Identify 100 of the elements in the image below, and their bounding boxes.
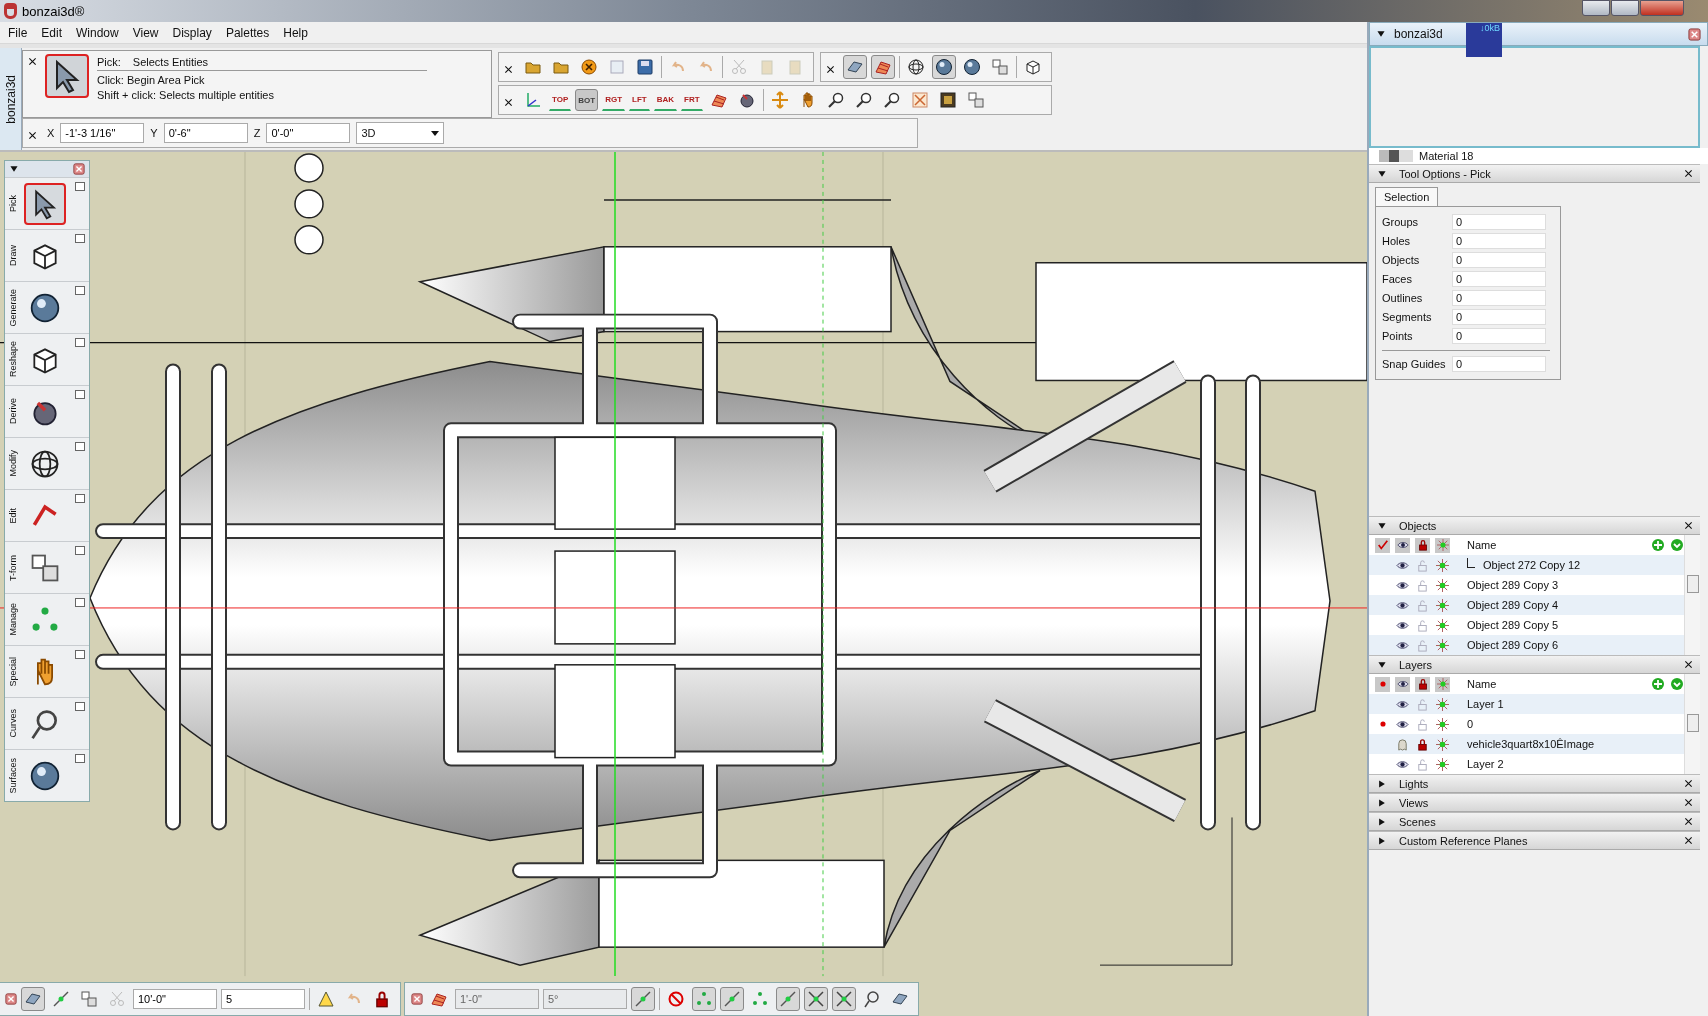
collapse-button[interactable] [75, 234, 85, 243]
value-field[interactable]: 1'-0" [455, 989, 539, 1009]
close-icon[interactable] [1683, 168, 1694, 179]
view-button[interactable]: FRT [681, 89, 703, 111]
lock-icon [1416, 678, 1429, 690]
column-header[interactable] [1415, 537, 1430, 553]
plane-button[interactable] [21, 987, 45, 1011]
collapse-button[interactable] [75, 650, 85, 659]
section-header[interactable]: Scenes [1369, 812, 1700, 831]
light-icon[interactable] [1436, 618, 1449, 632]
close-icon[interactable] [26, 130, 38, 141]
column-header[interactable] [1395, 537, 1410, 553]
view-button[interactable]: LFT [629, 89, 650, 111]
collapse-button[interactable] [75, 182, 85, 191]
collapse-button[interactable] [75, 546, 85, 555]
light-icon[interactable] [1436, 578, 1449, 592]
collapse-button[interactable] [75, 754, 85, 763]
value-field[interactable]: 5 [221, 989, 305, 1009]
column-header[interactable] [1415, 676, 1430, 692]
menu-item[interactable]: Window [76, 25, 119, 40]
view-mode-dropdown[interactable]: 3D [356, 122, 445, 144]
close-button[interactable] [1640, 0, 1684, 16]
view-button[interactable]: BAK [653, 89, 678, 111]
light-icon[interactable] [1436, 717, 1449, 731]
menu-item[interactable]: Palettes [225, 25, 270, 40]
mesh-button[interactable] [871, 55, 895, 79]
chevron-icon[interactable] [1670, 677, 1684, 691]
selection-tab[interactable]: Selection [1375, 187, 1439, 206]
column-header[interactable] [1375, 676, 1390, 692]
intersection-button[interactable] [832, 987, 856, 1011]
coordinate-field[interactable]: -1'-3 1/16" [60, 123, 145, 143]
close-icon[interactable] [502, 97, 514, 108]
menu-item[interactable]: View [132, 25, 159, 40]
close-icon[interactable] [26, 56, 38, 67]
coordinate-field[interactable]: 0'-6" [163, 123, 248, 143]
intersection-button[interactable] [804, 987, 828, 1011]
light-icon[interactable] [1436, 558, 1449, 572]
value-field[interactable]: 5° [543, 989, 627, 1009]
light-icon[interactable] [1436, 697, 1449, 711]
collapse-button[interactable] [75, 702, 85, 711]
list-row[interactable]: 0 [1369, 714, 1684, 734]
section-header[interactable]: Objects [1369, 516, 1700, 535]
close-icon[interactable] [824, 64, 836, 75]
close-icon[interactable] [502, 64, 514, 75]
menu-item[interactable]: Display [172, 25, 212, 40]
lock-icon[interactable] [1416, 737, 1429, 751]
menu-item[interactable]: Edit [41, 25, 63, 40]
collapse-button[interactable] [75, 442, 85, 451]
ghost-icon[interactable] [1396, 737, 1409, 751]
close-icon[interactable] [1683, 659, 1694, 670]
collapse-button[interactable] [75, 286, 85, 295]
scrollbar[interactable] [1684, 535, 1700, 655]
maximize-button[interactable] [1611, 0, 1639, 16]
light-icon[interactable] [1436, 737, 1449, 751]
list-row[interactable]: Layer 2 [1369, 754, 1684, 774]
collapse-button[interactable] [75, 338, 85, 347]
triangle-icon [1377, 835, 1387, 846]
coordinate-field[interactable]: 0'-0" [266, 123, 351, 143]
menu-item[interactable]: File [8, 25, 28, 40]
close-icon[interactable] [1683, 835, 1694, 846]
scrollbar[interactable] [1684, 674, 1700, 774]
column-header[interactable] [1375, 537, 1390, 553]
triangle-icon[interactable] [9, 164, 19, 174]
triangle-icon[interactable] [1376, 29, 1386, 39]
palette-tab[interactable]: bonzai3d [0, 48, 22, 150]
view-button[interactable]: BOT [575, 89, 599, 111]
section-header[interactable]: Tool Options - Pick [1369, 164, 1700, 183]
sphere-button[interactable] [932, 55, 956, 79]
menu-item[interactable]: Help [283, 25, 308, 40]
pick-tool-button[interactable] [45, 54, 89, 98]
light-icon[interactable] [1436, 598, 1449, 612]
light-icon[interactable] [1436, 757, 1449, 771]
light-icon[interactable] [1436, 638, 1449, 652]
close-icon[interactable] [1683, 816, 1694, 827]
minimize-button[interactable] [1582, 0, 1610, 16]
tool-button[interactable] [24, 182, 66, 225]
collapse-button[interactable] [75, 494, 85, 503]
collapse-button[interactable] [75, 598, 85, 607]
section-header[interactable]: Custom Reference Planes [1369, 831, 1700, 850]
add-icon[interactable] [1651, 677, 1665, 691]
drawing-canvas[interactable]: Pick Draw Generate Reshape Derive Modify Edit T-form Manage Special Curves Surfaces 10'-0" 5 1'-0" 5° [0, 150, 1367, 1016]
section-header[interactable]: Lights [1369, 774, 1700, 793]
collapse-button[interactable] [75, 390, 85, 399]
plane-button[interactable] [843, 55, 867, 79]
view-button[interactable]: RGT [602, 89, 626, 111]
section-header[interactable]: Views [1369, 793, 1700, 812]
column-header[interactable] [1395, 676, 1410, 692]
material-name[interactable]: Material 18 [1419, 150, 1474, 162]
list-row[interactable]: Object 289 Copy 3 [1369, 575, 1684, 595]
section-header[interactable]: Layers [1369, 655, 1700, 674]
list-row[interactable]: Object 289 Copy 5 [1369, 615, 1684, 635]
close-icon[interactable] [1683, 520, 1694, 531]
chevron-icon[interactable] [1670, 538, 1684, 552]
close-icon[interactable] [1683, 797, 1694, 808]
close-icon[interactable] [1683, 778, 1694, 789]
view-button[interactable]: TOP [549, 89, 572, 111]
material-swatch [1379, 150, 1413, 162]
plane-icon [24, 990, 42, 1008]
add-icon[interactable] [1651, 538, 1665, 552]
value-field[interactable]: 10'-0" [133, 989, 217, 1009]
